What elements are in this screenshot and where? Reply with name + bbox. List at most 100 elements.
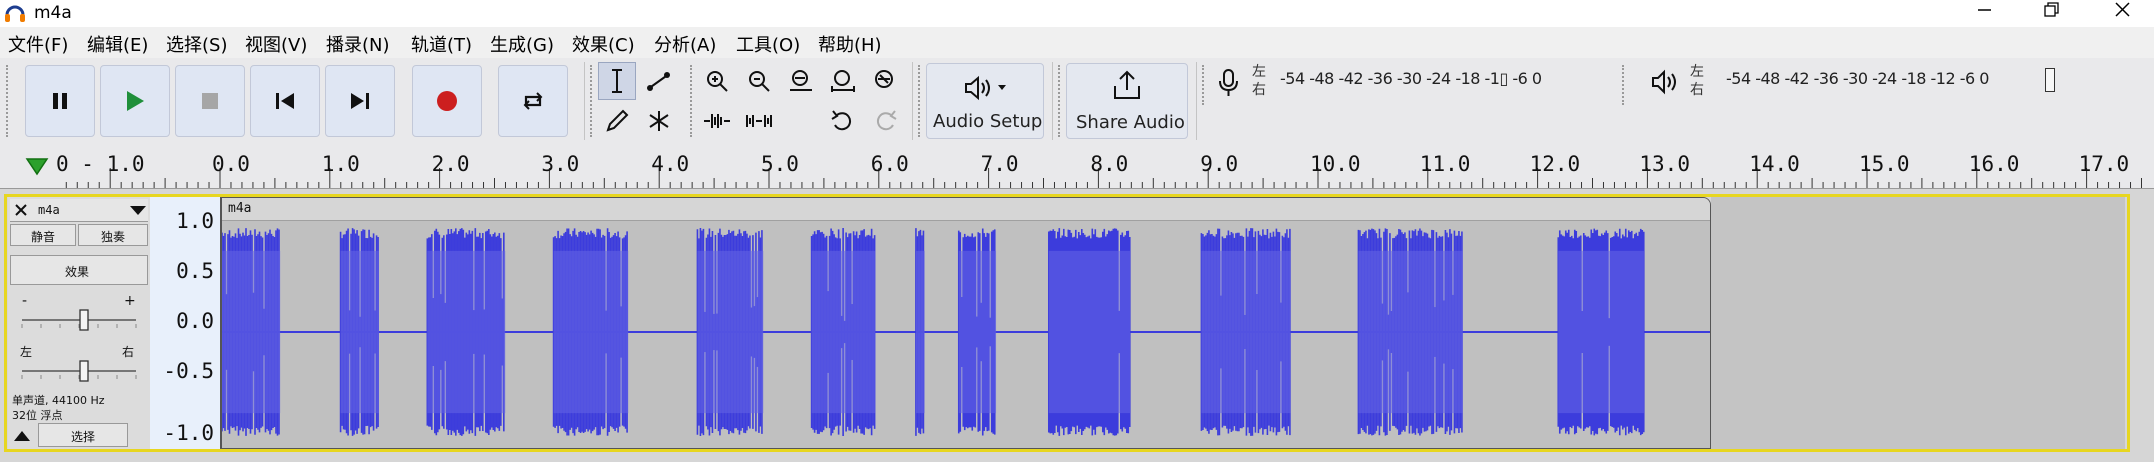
redo-icon	[876, 110, 897, 131]
close-window-button[interactable]	[2092, 0, 2152, 27]
play-meter-left-label: 左	[1690, 64, 1704, 80]
pan-slider-thumb[interactable]	[79, 360, 89, 382]
empty-track-region[interactable]	[1711, 197, 2125, 449]
share-audio-button[interactable]: Share Audio	[1066, 63, 1188, 139]
envelope-icon	[647, 72, 670, 91]
record-meter-scale[interactable]: -54 -48 -42 -36 -30 -24 -18 -1▯ -6 0	[1280, 69, 1542, 88]
ruler-tick-label: 16.0	[1968, 152, 2020, 176]
record-icon	[437, 91, 457, 111]
tools-grip[interactable]	[590, 65, 598, 137]
gain-slider-thumb[interactable]	[79, 309, 89, 331]
silence-audio-button[interactable]	[740, 102, 778, 140]
skip-to-start-button[interactable]	[250, 65, 320, 137]
menu-tracks[interactable]: 轨道(T)	[411, 31, 472, 57]
ruler-tick-label: 17.0	[2078, 152, 2130, 176]
select-track-button[interactable]: 选择	[38, 423, 128, 447]
ruler-tick-label: 8.0	[1090, 152, 1129, 176]
waveform[interactable]	[222, 220, 1711, 449]
menu-analyze[interactable]: 分析(A)	[654, 31, 716, 57]
menu-view[interactable]: 视图(V)	[245, 31, 307, 57]
pencil-icon	[606, 109, 629, 132]
toolbar-grip[interactable]	[6, 65, 14, 137]
fit-project-button[interactable]	[824, 62, 862, 100]
pause-button[interactable]	[25, 65, 95, 137]
envelope-tool[interactable]	[640, 62, 678, 100]
restore-button[interactable]	[2022, 0, 2082, 27]
share-grip[interactable]	[1058, 65, 1066, 137]
ruler-tick-label: 11.0	[1419, 152, 1471, 176]
record-button[interactable]	[412, 65, 482, 137]
loop-button[interactable]	[498, 65, 568, 137]
play-button[interactable]	[100, 65, 170, 137]
audio-setup-grip[interactable]	[918, 65, 926, 137]
selection-tool[interactable]	[598, 62, 636, 100]
stop-button[interactable]	[175, 65, 245, 137]
zoom-in-icon	[707, 71, 728, 92]
i-beam-icon	[612, 69, 622, 93]
zoom-toggle-button[interactable]	[866, 62, 904, 100]
play-meter-slider[interactable]	[2045, 68, 2055, 92]
fit-selection-button[interactable]	[782, 62, 820, 100]
menu-transport[interactable]: 播录(N)	[326, 31, 390, 57]
collapse-track-icon[interactable]	[12, 426, 32, 446]
menu-select[interactable]: 选择(S)	[166, 31, 227, 57]
record-meter-grip[interactable]	[1202, 65, 1210, 105]
close-icon	[2115, 2, 2130, 17]
vscale-label: -0.5	[163, 359, 214, 383]
audacity-logo-icon	[5, 5, 25, 22]
zoom-out-button[interactable]	[740, 62, 778, 100]
track-name[interactable]: m4a	[38, 203, 60, 217]
gain-slider[interactable]	[18, 309, 140, 331]
ruler-tick-label: 4.0	[651, 152, 690, 176]
redo-button[interactable]	[866, 102, 904, 140]
menu-generate[interactable]: 生成(G)	[490, 31, 554, 57]
waveform-rms-band	[553, 250, 629, 414]
waveform-rms-band	[697, 250, 764, 414]
audio-clip[interactable]: m4a	[221, 197, 1711, 449]
menu-tools[interactable]: 工具(O)	[736, 31, 800, 57]
trim-audio-button[interactable]	[698, 102, 736, 140]
waveform-rms-band	[1201, 250, 1291, 414]
close-track-icon[interactable]	[14, 203, 28, 217]
timeline-ruler[interactable]: 0 - 1.0 0.0 1.0 2.0 3.0 4.0 5.0 6.0 7.0 8.0 9.0 10.…	[0, 144, 2154, 189]
ruler-tick-label: 0.0	[212, 152, 250, 176]
multi-tool[interactable]	[640, 102, 678, 140]
ruler-tick-label: 2.0	[431, 152, 470, 176]
ruler-tick-label: 7.0	[980, 152, 1019, 176]
undo-button[interactable]	[824, 102, 862, 140]
edit-grip[interactable]	[690, 65, 698, 137]
mute-button[interactable]: 静音	[10, 224, 76, 246]
playback-speaker-icon[interactable]	[1650, 68, 1680, 98]
ruler-tick-label: 15.0	[1859, 152, 1910, 176]
play-meter-scale[interactable]: -54 -48 -42 -36 -30 -24 -18 -12 -6 0	[1726, 69, 1989, 88]
solo-button[interactable]: 独奏	[78, 224, 148, 246]
ruler-tick-label: 14.0	[1749, 152, 1800, 176]
menu-help[interactable]: 帮助(H)	[818, 31, 882, 57]
minimize-button[interactable]	[1954, 0, 2014, 27]
draw-tool[interactable]	[598, 102, 636, 140]
track-menu-chevron-down-icon[interactable]	[130, 206, 146, 216]
menu-effect[interactable]: 效果(C)	[572, 31, 635, 57]
menu-file[interactable]: 文件(F)	[8, 31, 68, 57]
pan-slider[interactable]	[18, 360, 140, 382]
microphone-icon[interactable]	[1216, 68, 1242, 98]
pan-left-label: 左	[20, 345, 33, 359]
record-meter-right-label: 右	[1252, 82, 1266, 98]
waveform-rms-band	[340, 250, 380, 414]
gain-minus-label: -	[22, 293, 28, 309]
clip-header[interactable]: m4a	[222, 198, 1710, 221]
effects-label: 效果	[65, 265, 90, 279]
minimize-icon	[1978, 9, 1991, 11]
vscale-label: 0.5	[176, 259, 214, 283]
silence-icon	[746, 115, 772, 127]
zoom-toggle-icon	[875, 70, 893, 88]
audio-setup-button[interactable]: Audio Setup	[926, 63, 1044, 139]
skip-end-icon	[351, 93, 369, 109]
vertical-amplitude-ruler[interactable]: 1.0 0.5 0.0 -0.5 -1.0	[150, 197, 221, 449]
effects-button[interactable]: 效果	[10, 255, 148, 285]
zoom-in-button[interactable]	[698, 62, 736, 100]
play-meter-grip[interactable]	[1622, 65, 1630, 105]
skip-to-end-button[interactable]	[325, 65, 395, 137]
record-meter-left-label: 左	[1252, 64, 1266, 80]
menu-edit[interactable]: 编辑(E)	[87, 31, 148, 57]
